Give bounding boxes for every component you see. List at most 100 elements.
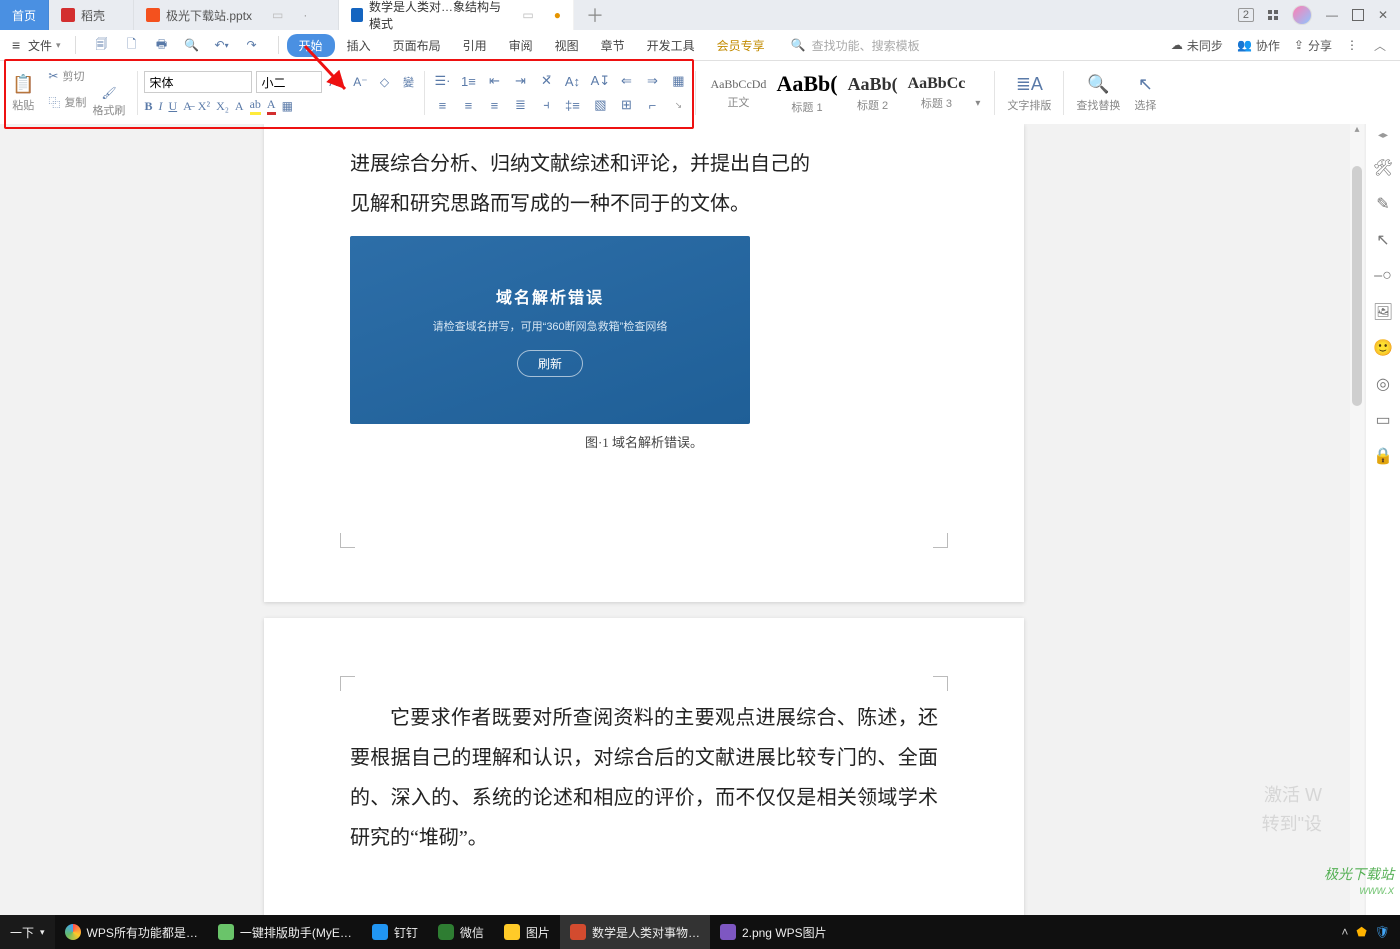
clip-icon[interactable]: 🖼 xyxy=(1374,303,1392,321)
tabs-icon[interactable]: ⊞ xyxy=(615,95,637,115)
slider-icon[interactable]: ⎯○ xyxy=(1374,267,1392,285)
window-close-icon[interactable]: ✕ xyxy=(1378,8,1388,22)
qa-undo-icon[interactable]: ↶▾ xyxy=(212,35,232,55)
maintab-insert[interactable]: 插入 xyxy=(337,34,381,57)
tray-expand-icon[interactable]: ˄ xyxy=(1341,925,1348,939)
decrease-indent-icon[interactable]: ⇤ xyxy=(483,71,505,91)
scroll-up-icon[interactable]: ▴ xyxy=(1350,124,1364,138)
taskbar-app-wpsdoc[interactable]: 数学是人类对事物… xyxy=(560,915,710,949)
copy-button[interactable]: ⿻ 复制 xyxy=(48,94,86,111)
collab-button[interactable]: 👥 协作 xyxy=(1237,37,1280,54)
show-marks-icon[interactable]: A↕ xyxy=(561,71,583,91)
taskbar-app-dingtalk[interactable]: 钉钉 xyxy=(362,915,428,949)
strike-button[interactable]: A̶ xyxy=(183,99,192,114)
taskbar-app-wpspic[interactable]: 2.png WPS图片 xyxy=(710,915,837,949)
font-color-button[interactable]: A xyxy=(267,97,276,115)
align-center-icon[interactable]: ≡ xyxy=(457,95,479,115)
borders-icon[interactable]: ▦ xyxy=(667,71,689,91)
format-painter-button[interactable]: 🖌 格式刷 xyxy=(92,86,125,118)
phonetic-guide-icon[interactable]: 變 xyxy=(398,72,418,92)
tab-daoke[interactable]: 稻壳 xyxy=(49,0,134,30)
increase-indent-icon[interactable]: ⇥ xyxy=(509,71,531,91)
distribute-icon[interactable]: ⫞ xyxy=(535,95,557,115)
tab-ppt-menu-icon[interactable]: ▭ xyxy=(272,8,283,22)
qa-preview-icon[interactable]: 🔍 xyxy=(182,35,202,55)
document-canvas[interactable]: 进展综合分析、归纳文献综述和评论，并提出自己的 见解和研究思路而写成的一种不同于… xyxy=(0,124,1366,949)
increase-font-icon[interactable]: A⁺ xyxy=(326,72,346,92)
qa-export-icon[interactable]: 🗋 xyxy=(122,35,142,55)
find-replace-button[interactable]: 🔍 查找替换 xyxy=(1070,74,1126,113)
cut-button[interactable]: ✂ 剪切 xyxy=(48,68,84,84)
maintab-review[interactable]: 审阅 xyxy=(499,34,543,57)
text-direction-icon[interactable]: A↧ xyxy=(589,71,611,91)
indent-right-icon[interactable]: ⇒ xyxy=(641,71,663,91)
para-settings-icon[interactable]: ⌐ xyxy=(641,95,663,115)
badge-count[interactable]: 2 xyxy=(1238,8,1254,22)
bullets-icon[interactable]: ☰· xyxy=(431,71,453,91)
maintab-dev[interactable]: 开发工具 xyxy=(637,34,705,57)
taskbar-app-wechat[interactable]: 微信 xyxy=(428,915,494,949)
font-size-input[interactable] xyxy=(256,71,322,93)
user-avatar[interactable] xyxy=(1292,5,1312,25)
style-normal[interactable]: AaBbCcDd 正文 xyxy=(710,77,766,110)
qa-print-icon[interactable]: 🖶 xyxy=(152,35,172,55)
superscript-button[interactable]: X² xyxy=(198,99,210,114)
bold-button[interactable]: B xyxy=(144,99,152,114)
ribbon-paste[interactable]: 📋 粘贴 xyxy=(6,74,40,113)
pencil-icon[interactable]: ✎ xyxy=(1374,195,1392,213)
rocket-icon[interactable]: 🛠 xyxy=(1374,159,1392,177)
more-menu-icon[interactable]: ⋮ xyxy=(1346,38,1360,52)
highlight-button[interactable]: ab xyxy=(250,97,261,115)
numbering-icon[interactable]: 1≡ xyxy=(457,71,479,91)
file-menu-button[interactable]: 文件 ▾ xyxy=(6,37,67,54)
vertical-scrollbar[interactable]: ▴ ▾ xyxy=(1350,124,1364,949)
style-heading3[interactable]: AaBbCc 标题 3 xyxy=(908,75,966,111)
pointer-icon[interactable]: ↖ xyxy=(1374,231,1392,249)
apps-grid-icon[interactable] xyxy=(1268,10,1278,20)
text-layout-button[interactable]: ≣A 文字排版 xyxy=(1001,74,1057,113)
qa-redo-icon[interactable]: ↷ xyxy=(242,35,262,55)
sort-icon[interactable]: ✕̄ xyxy=(535,71,557,91)
tab-ppt-close-icon[interactable]: · xyxy=(303,8,307,22)
search-box[interactable]: 🔍 查找功能、搜索模板 xyxy=(779,37,932,54)
align-justify-icon[interactable]: ≣ xyxy=(509,95,531,115)
para-dialog-icon[interactable]: ↘ xyxy=(667,95,689,115)
font-name-input[interactable] xyxy=(144,71,252,93)
char-shading-button[interactable]: ▦ xyxy=(282,99,293,114)
indent-left-icon[interactable]: ⇐ xyxy=(615,71,637,91)
maintab-ref[interactable]: 引用 xyxy=(453,34,497,57)
maintab-start[interactable]: 开始 xyxy=(287,34,335,57)
rside-expand-icon[interactable]: ◂▸ xyxy=(1378,130,1388,141)
taskbar-app-typeset[interactable]: 一键排版助手(MyE… xyxy=(208,915,362,949)
share-button[interactable]: ⇪ 分享 xyxy=(1294,37,1332,54)
subscript-button[interactable]: X₂ xyxy=(216,99,229,114)
styles-expand-icon[interactable]: ▾ xyxy=(975,98,980,115)
shading-icon[interactable]: ▧ xyxy=(589,95,611,115)
style-heading1[interactable]: AaBb( 标题 1 xyxy=(776,71,837,115)
book-icon[interactable]: ▭ xyxy=(1374,411,1392,429)
line-spacing-icon[interactable]: ‡≡ xyxy=(561,95,583,115)
align-left-icon[interactable]: ≡ xyxy=(431,95,453,115)
scroll-thumb[interactable] xyxy=(1352,166,1362,406)
text-effects-button[interactable]: A xyxy=(235,99,244,114)
window-maximize-icon[interactable] xyxy=(1352,9,1364,21)
clear-format-icon[interactable]: ◇ xyxy=(374,72,394,92)
taskbar-app-pictures[interactable]: 图片 xyxy=(494,915,560,949)
tab-doc-file[interactable]: 数学是人类对…象结构与模式 ▭ ● xyxy=(339,0,574,30)
tab-doc-menu-icon[interactable]: ▭ xyxy=(522,8,533,22)
lock-icon[interactable]: 🔒 xyxy=(1374,447,1392,465)
system-tray[interactable]: ˄ ⬟ 🛡 xyxy=(1331,925,1400,939)
tab-ppt-file[interactable]: 极光下载站.pptx ▭ · xyxy=(134,0,339,30)
maintab-chapter[interactable]: 章节 xyxy=(591,34,635,57)
select-button[interactable]: ↖ 选择 xyxy=(1128,74,1162,113)
collapse-ribbon-icon[interactable]: ︿ xyxy=(1374,37,1386,54)
decrease-font-icon[interactable]: A⁻ xyxy=(350,72,370,92)
style-heading2[interactable]: AaBb( 标题 2 xyxy=(848,74,898,113)
qa-save-icon[interactable]: 🗐 xyxy=(92,35,112,55)
face-icon[interactable]: 🙂 xyxy=(1374,339,1392,357)
taskbar-app-wps[interactable]: WPS所有功能都是… xyxy=(55,915,208,949)
tab-home[interactable]: 首页 xyxy=(0,0,49,30)
align-right-icon[interactable]: ≡ xyxy=(483,95,505,115)
maintab-view[interactable]: 视图 xyxy=(545,34,589,57)
italic-button[interactable]: I xyxy=(158,99,162,114)
